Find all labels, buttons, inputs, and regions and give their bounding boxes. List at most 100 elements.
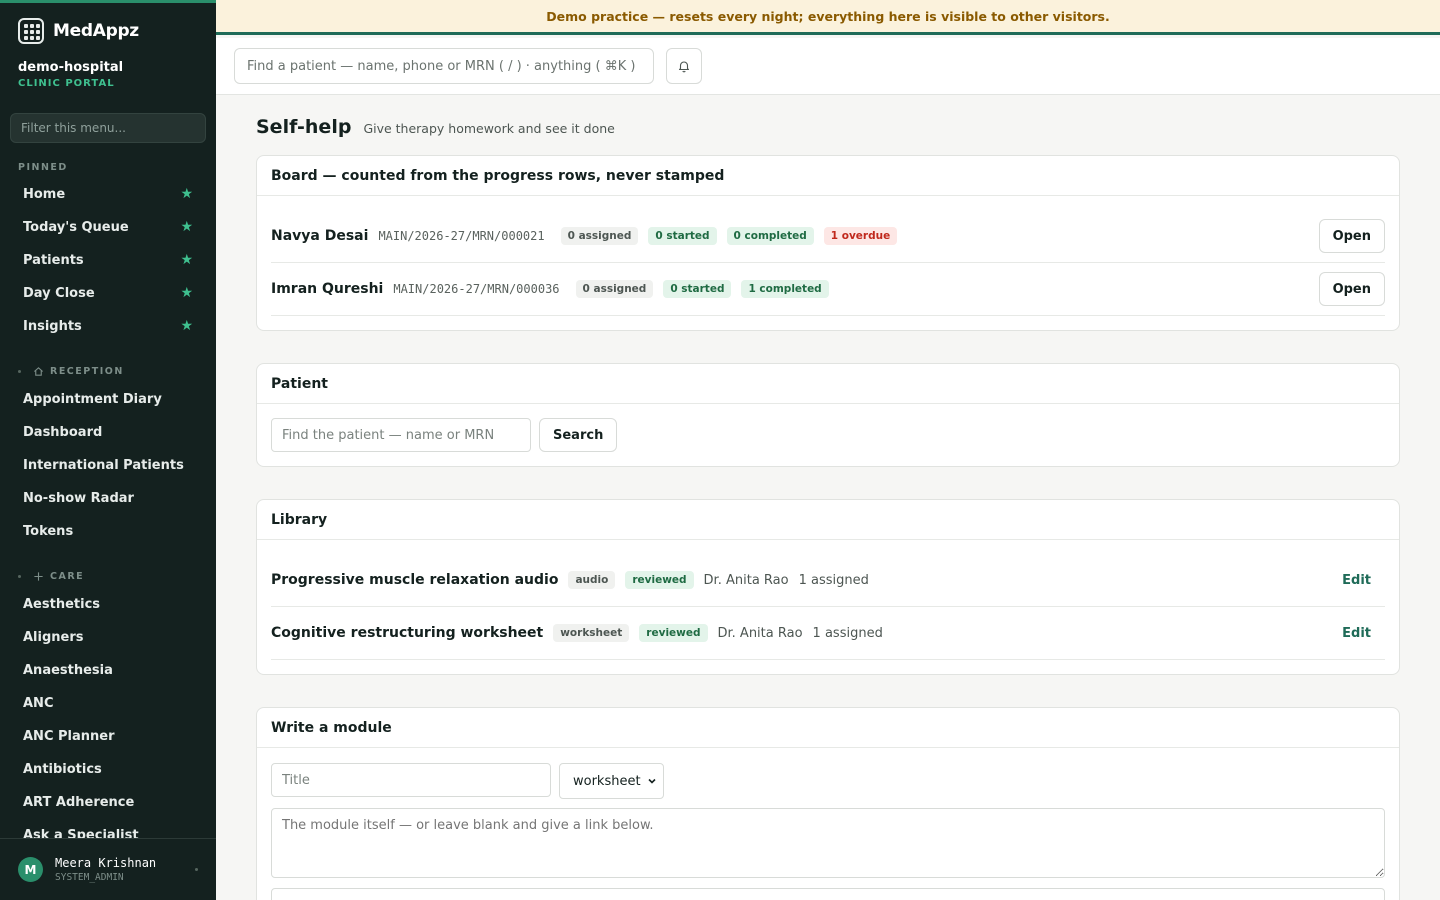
section-label-text: CARE bbox=[50, 571, 85, 582]
menu-filter-input[interactable] bbox=[10, 113, 206, 143]
edit-link[interactable]: Edit bbox=[1342, 626, 1371, 641]
sidebar-item-anaesthesia[interactable]: Anaesthesia bbox=[10, 655, 206, 685]
module-link-input[interactable] bbox=[271, 888, 1385, 900]
patient-name: Imran Qureshi bbox=[271, 281, 384, 297]
open-button[interactable]: Open bbox=[1318, 272, 1385, 306]
module-body-textarea[interactable] bbox=[271, 808, 1385, 878]
star-icon[interactable]: ★ bbox=[180, 186, 193, 202]
logo-icon bbox=[18, 18, 44, 44]
portal-label: CLINIC PORTAL bbox=[18, 78, 115, 89]
tenant-name: demo-hospital bbox=[18, 60, 124, 75]
write-module-card: Write a module worksheet bbox=[256, 707, 1400, 900]
module-type-select[interactable]: worksheet bbox=[559, 763, 664, 799]
section-label-care[interactable]: CARE bbox=[18, 571, 84, 582]
sidebar-item-home[interactable]: Home ★ bbox=[10, 179, 206, 209]
completed-count-badge: 1 completed bbox=[741, 280, 829, 298]
tenant-block: demo-hospital CLINIC PORTAL bbox=[18, 60, 123, 89]
search-button[interactable]: Search bbox=[539, 418, 618, 452]
star-icon[interactable]: ★ bbox=[180, 318, 193, 334]
board-title: Board — counted from the progress rows, … bbox=[257, 156, 1399, 196]
board-card: Board — counted from the progress rows, … bbox=[256, 155, 1400, 331]
demo-banner: Demo practice — resets every night; ever… bbox=[216, 0, 1440, 35]
sidebar-item-label: Aligners bbox=[23, 629, 84, 645]
sidebar-item-label: Dashboard bbox=[23, 424, 103, 440]
edit-link[interactable]: Edit bbox=[1342, 573, 1371, 588]
board-row: Navya Desai MAIN/2026-27/MRN/000021 0 as… bbox=[271, 210, 1385, 263]
sidebar-item-anc-planner[interactable]: ANC Planner bbox=[10, 721, 206, 751]
sidebar-item-anc[interactable]: ANC bbox=[10, 688, 206, 718]
sidebar-item-label: International Patients bbox=[23, 457, 184, 473]
user-menu[interactable]: M Meera Krishnan SYSTEM_ADMIN bbox=[0, 838, 216, 900]
avatar: M bbox=[18, 857, 43, 882]
patient-mrn: MAIN/2026-27/MRN/000021 bbox=[378, 229, 545, 243]
library-title: Library bbox=[257, 500, 1399, 540]
module-kind-badge: audio bbox=[568, 571, 616, 589]
sidebar-item-antibiotics[interactable]: Antibiotics bbox=[10, 754, 206, 784]
patient-mrn: MAIN/2026-27/MRN/000036 bbox=[393, 282, 560, 296]
sidebar-item-tokens[interactable]: Tokens bbox=[10, 516, 206, 546]
module-assigned-count: 1 assigned bbox=[812, 625, 883, 641]
sidebar-item-insights[interactable]: Insights ★ bbox=[10, 311, 206, 341]
global-search-input[interactable] bbox=[234, 48, 654, 84]
write-module-title: Write a module bbox=[257, 708, 1399, 748]
started-count-badge: 0 started bbox=[663, 280, 732, 298]
module-type-value: worksheet bbox=[573, 773, 641, 789]
user-name: Meera Krishnan bbox=[55, 856, 157, 870]
notifications-button[interactable] bbox=[666, 48, 702, 84]
star-icon[interactable]: ★ bbox=[180, 252, 193, 268]
chevron-down-icon bbox=[648, 778, 656, 784]
sidebar-item-label: Ask a Specialist bbox=[23, 827, 139, 839]
sidebar-item-aesthetics[interactable]: Aesthetics bbox=[10, 589, 206, 619]
sidebar-item-label: Today's Queue bbox=[23, 219, 129, 235]
collapse-dot-icon bbox=[18, 370, 21, 373]
review-status-badge: reviewed bbox=[625, 571, 694, 589]
patient-card-title: Patient bbox=[257, 364, 1399, 404]
page-subtitle: Give therapy homework and see it done bbox=[363, 121, 615, 136]
sidebar-item-day-close[interactable]: Day Close ★ bbox=[10, 278, 206, 308]
sidebar-item-dashboard[interactable]: Dashboard bbox=[10, 417, 206, 447]
section-label-reception[interactable]: RECEPTION bbox=[18, 366, 124, 377]
patient-search-input[interactable] bbox=[271, 418, 531, 452]
library-item: Cognitive restructuring worksheet worksh… bbox=[271, 607, 1385, 660]
sidebar-item-label: Insights bbox=[23, 318, 82, 334]
sidebar-item-no-show-radar[interactable]: No-show Radar bbox=[10, 483, 206, 513]
patient-name: Navya Desai bbox=[271, 228, 369, 244]
sidebar-item-appointment-diary[interactable]: Appointment Diary bbox=[10, 384, 206, 414]
sidebar-item-label: Tokens bbox=[23, 523, 74, 539]
brand[interactable]: MedAppz bbox=[18, 18, 139, 44]
module-author: Dr. Anita Rao bbox=[703, 572, 789, 588]
star-icon[interactable]: ★ bbox=[180, 219, 193, 235]
sidebar-item-label: Anaesthesia bbox=[23, 662, 113, 678]
sidebar-item-aligners[interactable]: Aligners bbox=[10, 622, 206, 652]
brand-name: MedAppz bbox=[53, 21, 139, 41]
user-role: SYSTEM_ADMIN bbox=[55, 872, 124, 883]
sidebar-item-ask-a-specialist[interactable]: Ask a Specialist bbox=[10, 820, 206, 839]
completed-count-badge: 0 completed bbox=[726, 227, 814, 245]
user-menu-caret-icon bbox=[195, 868, 198, 871]
plus-icon bbox=[34, 572, 43, 581]
sidebar-item-label: Aesthetics bbox=[23, 596, 101, 612]
assigned-count-badge: 0 assigned bbox=[575, 280, 654, 298]
sidebar-item-label: Patients bbox=[23, 252, 84, 268]
sidebar-item-label: ANC bbox=[23, 695, 54, 711]
module-author: Dr. Anita Rao bbox=[717, 625, 803, 641]
sidebar-item-todays-queue[interactable]: Today's Queue ★ bbox=[10, 212, 206, 242]
open-button[interactable]: Open bbox=[1318, 219, 1385, 253]
sidebar-item-patients[interactable]: Patients ★ bbox=[10, 245, 206, 275]
module-kind-badge: worksheet bbox=[553, 624, 630, 642]
review-status-badge: reviewed bbox=[639, 624, 708, 642]
sidebar-item-label: Day Close bbox=[23, 285, 95, 301]
home-icon bbox=[34, 367, 43, 376]
sidebar-item-label: ART Adherence bbox=[23, 794, 135, 810]
sidebar-item-art-adherence[interactable]: ART Adherence bbox=[10, 787, 206, 817]
sidebar-item-international-patients[interactable]: International Patients bbox=[10, 450, 206, 480]
module-title-input[interactable] bbox=[271, 763, 551, 797]
sidebar-item-label: Home bbox=[23, 186, 66, 202]
star-icon[interactable]: ★ bbox=[180, 285, 193, 301]
patient-card: Patient Search bbox=[256, 363, 1400, 467]
sidebar-item-label: No-show Radar bbox=[23, 490, 134, 506]
page-title: Self-help bbox=[256, 116, 352, 138]
sidebar: MedAppz demo-hospital CLINIC PORTAL PINN… bbox=[0, 0, 216, 900]
overdue-count-badge: 1 overdue bbox=[823, 227, 898, 245]
assigned-count-badge: 0 assigned bbox=[560, 227, 639, 245]
